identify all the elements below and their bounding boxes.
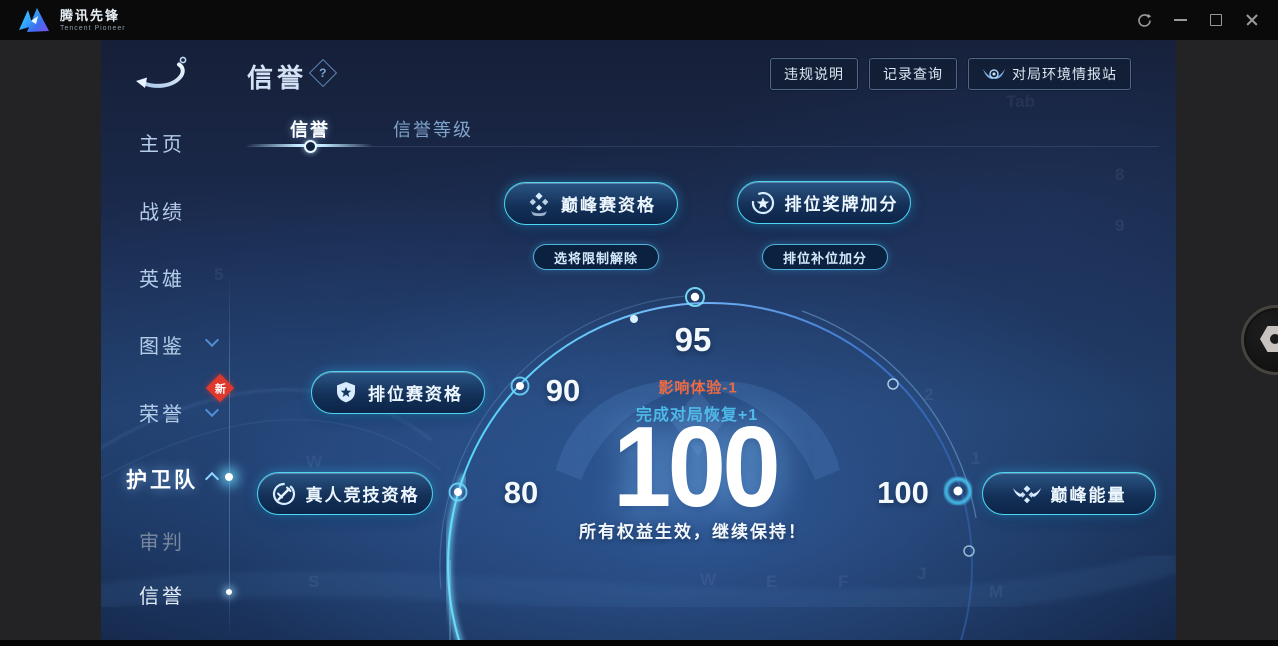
sidebar-item-credit[interactable]: 信誉 — [101, 580, 223, 609]
penalty-text: 影响体验-1 — [658, 379, 738, 397]
gauge-node-hollow — [963, 545, 975, 557]
game-content: 5 8 9 Tab W S W E F J M 2 1 主页 战绩 英雄 图鉴 荣誉 新 护卫队 审判 … — [101, 40, 1176, 640]
help-icon[interactable]: ? — [308, 58, 338, 88]
active-item-dot — [226, 589, 232, 595]
background-letter: F — [838, 572, 849, 591]
window-controls — [1136, 0, 1260, 40]
wing-emblem-icon — [982, 65, 1006, 83]
rank-qualification-button[interactable]: 排位赛资格 — [311, 371, 485, 414]
background-letter: W — [306, 452, 323, 471]
app-subtitle: Tencent Pioneer — [60, 24, 126, 32]
gauge-node-95 — [685, 287, 705, 307]
rank-fill-bonus-button[interactable]: 排位补位加分 — [762, 244, 888, 270]
sidebar-item-records[interactable]: 战绩 — [101, 196, 223, 225]
background-letter: 2 — [924, 385, 934, 404]
left-frame-margin — [0, 40, 101, 640]
match-env-intel-button[interactable]: 对局环境情报站 — [968, 58, 1131, 90]
diamond-cluster-icon — [526, 191, 552, 217]
tab-separator — [247, 146, 1159, 147]
close-icon[interactable] — [1244, 12, 1260, 28]
app-name: 腾讯先锋 — [60, 7, 121, 23]
versus-icon — [271, 481, 297, 507]
winged-diamond-icon — [1012, 482, 1042, 506]
refresh-icon[interactable] — [1136, 12, 1152, 28]
page-title: 信誉 — [247, 63, 308, 93]
scale-label-90: 90 — [545, 373, 581, 408]
background-letter: S — [308, 572, 320, 591]
background-letter: W — [700, 570, 717, 589]
tab-credit[interactable]: 信誉 — [290, 116, 330, 142]
hexagon-nut-icon — [1260, 326, 1278, 352]
header-actions: 违规说明 记录查询 对局环境情报站 — [770, 58, 1131, 90]
sidebar-item-honor[interactable]: 荣誉 — [101, 398, 223, 427]
bottom-frame-strip — [0, 640, 1278, 646]
peak-tournament-qualification-button[interactable]: 巅峰赛资格 — [504, 182, 678, 225]
pick-limit-lift-button[interactable]: 选将限制解除 — [533, 244, 659, 270]
maximize-icon[interactable] — [1208, 12, 1224, 28]
peak-energy-button[interactable]: 巅峰能量 — [982, 472, 1156, 515]
back-arrow-icon[interactable] — [131, 50, 193, 98]
background-letter: Tab — [1006, 92, 1035, 111]
credit-score: 100 — [613, 404, 781, 531]
gauge-node-100 — [944, 477, 972, 505]
scale-label-95: 95 — [674, 321, 712, 358]
tab-credit-level[interactable]: 信誉等级 — [393, 116, 473, 142]
gauge-node-80 — [448, 482, 468, 502]
record-query-button[interactable]: 记录查询 — [869, 58, 957, 90]
background-letter: E — [766, 572, 778, 591]
sidebar-item-home[interactable]: 主页 — [101, 128, 223, 157]
background-letter: J — [917, 564, 927, 583]
scale-label-80: 80 — [503, 475, 539, 510]
background-letter: 8 — [1115, 165, 1125, 184]
background-letter: M — [989, 582, 1004, 601]
tencent-pioneer-logo-icon — [19, 8, 49, 32]
active-section-glow-dot — [225, 473, 233, 481]
titlebar: 腾讯先锋 Tencent Pioneer — [0, 0, 1278, 40]
human-competition-qualification-button[interactable]: 真人竞技资格 — [257, 472, 433, 515]
status-text: 所有权益生效，继续保持！ — [579, 522, 807, 542]
background-letter: 1 — [971, 449, 981, 468]
gauge-node-hollow — [887, 378, 899, 390]
sidebar-item-heroes[interactable]: 英雄 — [101, 263, 223, 292]
app-logo: 腾讯先锋 Tencent Pioneer — [16, 6, 126, 34]
active-tab-marker — [304, 140, 317, 153]
background-letter: 9 — [1115, 216, 1125, 235]
sidebar-item-gallery[interactable]: 图鉴 — [101, 330, 223, 359]
gauge-node-small — [630, 315, 638, 323]
scale-label-100: 100 — [877, 475, 929, 510]
medal-star-icon — [750, 190, 776, 216]
gauge-node-90 — [510, 376, 530, 396]
rank-medal-bonus-button[interactable]: 排位奖牌加分 — [737, 181, 911, 224]
violation-info-button[interactable]: 违规说明 — [770, 58, 858, 90]
credit-gauge-arc — [101, 287, 1176, 640]
sidebar-item-judgement[interactable]: 审判 — [101, 526, 223, 555]
shield-star-icon — [333, 380, 359, 406]
minimize-icon[interactable] — [1172, 12, 1188, 28]
sidebar-divider — [229, 270, 230, 640]
